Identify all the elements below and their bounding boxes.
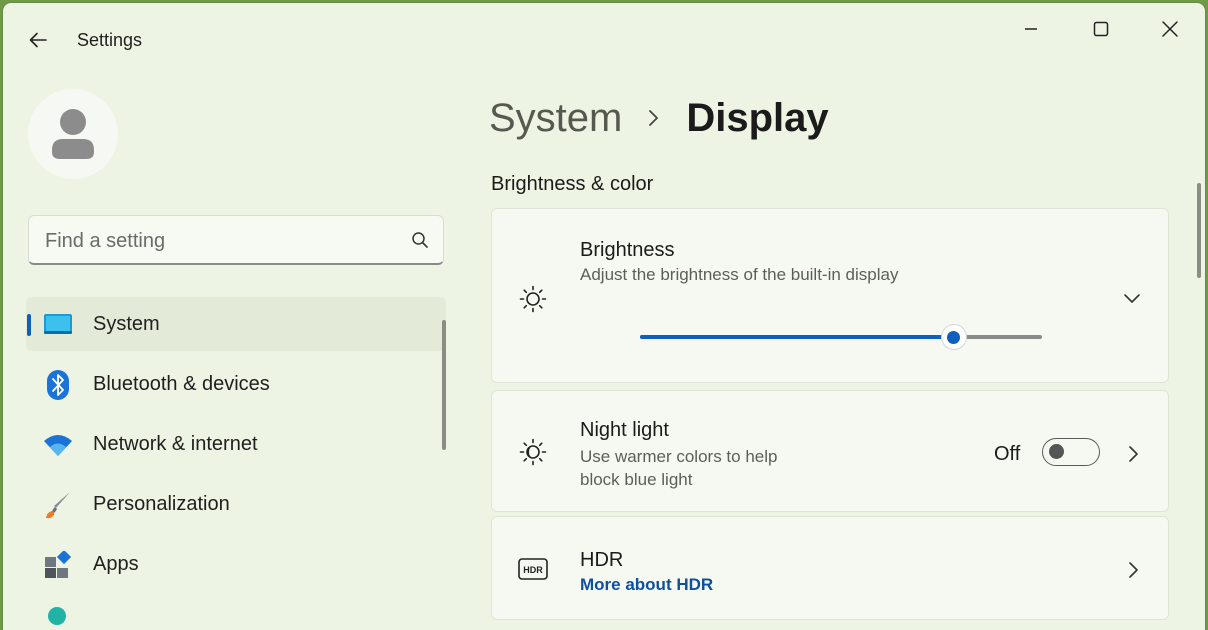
maximize-icon (1093, 21, 1109, 37)
brightness-card[interactable]: Brightness Adjust the brightness of the … (491, 208, 1169, 383)
night-light-title: Night light (580, 419, 669, 441)
apps-icon (43, 550, 73, 580)
slider-thumb[interactable] (941, 325, 966, 349)
hdr-title: HDR (580, 549, 624, 571)
night-light-toggle[interactable] (1042, 438, 1100, 466)
sidebar-item-network[interactable]: Network & internet (26, 417, 446, 471)
night-light-icon (518, 437, 548, 467)
sidebar-item-label: Bluetooth & devices (93, 372, 270, 395)
chevron-right-icon (648, 109, 660, 127)
hdr-icon: HDR (518, 554, 548, 584)
svg-text:HDR: HDR (523, 565, 543, 575)
search-icon[interactable] (411, 231, 429, 254)
settings-window: Settings Find a setting System Bluetooth… (3, 3, 1205, 630)
brightness-description: Adjust the brightness of the built-in di… (580, 265, 899, 284)
brightness-slider[interactable] (640, 325, 1042, 349)
sun-icon (518, 284, 548, 314)
sidebar-item-personalization[interactable]: Personalization (26, 477, 446, 531)
main-scrollbar[interactable] (1197, 183, 1201, 278)
system-monitor-icon (43, 310, 73, 340)
bluetooth-icon (43, 370, 73, 400)
section-title: Brightness & color (491, 173, 654, 195)
night-light-card[interactable]: Night light Use warmer colors to help bl… (491, 390, 1169, 512)
toggle-state-label: Off (994, 443, 1021, 465)
breadcrumb: System Display (489, 93, 829, 143)
sidebar-item-bluetooth[interactable]: Bluetooth & devices (26, 357, 446, 411)
slider-fill (640, 335, 954, 339)
night-light-description-line2: block blue light (580, 470, 693, 489)
back-arrow-icon (29, 32, 47, 48)
breadcrumb-parent[interactable]: System (489, 96, 622, 141)
search-input[interactable] (43, 226, 387, 256)
sidebar-scrollbar[interactable] (442, 320, 446, 450)
toggle-knob (1049, 444, 1064, 459)
chevron-right-icon[interactable] (1122, 558, 1146, 582)
app-title: Settings (77, 30, 143, 50)
close-button[interactable] (1147, 13, 1193, 45)
search-box (28, 215, 444, 265)
sidebar-next-item-icon (48, 607, 66, 625)
page-title: Display (686, 95, 829, 140)
sidebar-item-label: Personalization (93, 492, 230, 515)
more-about-hdr-link[interactable]: More about HDR (580, 575, 713, 595)
user-icon (52, 109, 94, 159)
night-light-description-line1: Use warmer colors to help (580, 447, 778, 466)
sidebar-item-apps[interactable]: Apps (26, 537, 446, 591)
maximize-button[interactable] (1078, 13, 1124, 45)
minimize-button[interactable] (1008, 13, 1054, 45)
sidebar-item-label: Apps (93, 552, 139, 575)
brightness-title: Brightness (580, 239, 675, 261)
minimize-icon (1025, 28, 1037, 30)
close-icon (1162, 21, 1178, 37)
wifi-icon (43, 430, 73, 460)
sidebar-nav: System Bluetooth & devices Network & int… (26, 297, 446, 597)
sidebar-item-label: System (93, 312, 160, 335)
back-button[interactable] (23, 25, 53, 55)
chevron-right-icon[interactable] (1122, 442, 1146, 466)
chevron-down-icon[interactable] (1120, 287, 1144, 311)
sidebar-item-system[interactable]: System (26, 297, 446, 351)
selection-indicator (27, 314, 31, 336)
sidebar-item-label: Network & internet (93, 432, 258, 455)
hdr-card[interactable]: HDR HDR More about HDR (491, 516, 1169, 620)
avatar[interactable] (28, 89, 118, 179)
title-bar: Settings (3, 3, 1205, 73)
paintbrush-icon (43, 490, 73, 520)
